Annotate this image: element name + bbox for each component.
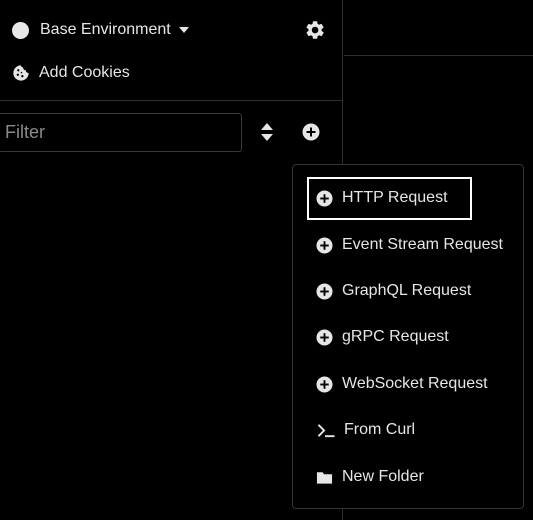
menu-item-label: Event Stream Request — [342, 236, 503, 253]
chevron-down-icon — [178, 27, 189, 33]
menu-item-event-stream-request[interactable]: Event Stream Request — [293, 226, 523, 264]
menu-item-http-request[interactable]: HTTP Request — [293, 179, 523, 217]
menu-item-label: From Curl — [344, 421, 416, 438]
plus-circle-icon — [316, 236, 333, 254]
plus-circle-icon — [316, 375, 333, 393]
environment-selector[interactable]: Base Environment — [12, 18, 189, 42]
menu-item-graphql-request[interactable]: GraphQL Request — [293, 272, 523, 310]
folder-icon — [316, 471, 333, 484]
filter-field[interactable] — [0, 113, 242, 152]
cookie-icon — [13, 65, 29, 81]
gear-icon[interactable] — [304, 19, 326, 41]
plus-circle-icon — [316, 328, 333, 346]
divider — [0, 100, 343, 101]
menu-item-from-curl[interactable]: From Curl — [293, 411, 523, 449]
menu-item-label: gRPC Request — [342, 328, 449, 345]
create-menu: HTTP Request Event Stream Request GraphQ… — [292, 164, 524, 509]
sort-icon[interactable] — [260, 122, 274, 142]
plus-circle-icon — [316, 282, 333, 300]
plus-circle-icon[interactable] — [302, 123, 320, 141]
plus-circle-icon — [316, 189, 333, 207]
filter-input[interactable] — [5, 114, 235, 151]
menu-item-label: WebSocket Request — [342, 375, 488, 392]
environment-dot-icon — [12, 21, 29, 39]
menu-item-grpc-request[interactable]: gRPC Request — [293, 318, 523, 356]
menu-item-label: GraphQL Request — [342, 282, 472, 299]
menu-item-websocket-request[interactable]: WebSocket Request — [293, 365, 523, 403]
menu-item-new-folder[interactable]: New Folder — [293, 458, 523, 496]
add-cookies-button[interactable]: Add Cookies — [12, 61, 130, 85]
menu-item-label: New Folder — [342, 468, 424, 485]
environment-label: Base Environment — [40, 21, 171, 38]
header-area — [344, 0, 533, 56]
menu-item-label: HTTP Request — [342, 189, 448, 206]
add-cookies-label: Add Cookies — [39, 64, 130, 81]
terminal-icon — [317, 423, 335, 437]
